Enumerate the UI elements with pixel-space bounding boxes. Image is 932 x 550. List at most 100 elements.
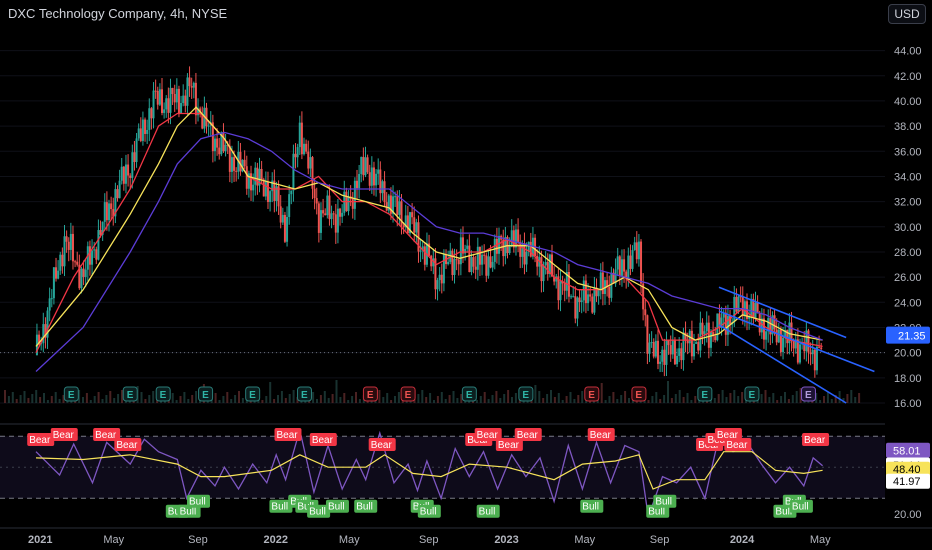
candle-body xyxy=(91,250,94,265)
volume-bar xyxy=(343,393,346,403)
volume-bar xyxy=(121,390,123,403)
candle-body xyxy=(50,298,53,300)
candle-body xyxy=(326,195,329,216)
candle-body xyxy=(489,256,492,268)
candle-body xyxy=(415,222,418,233)
candle-body xyxy=(362,156,365,176)
candle-body xyxy=(402,225,405,228)
candle-body xyxy=(589,294,592,297)
chart-canvas[interactable]: E E E E E E E E E E E E E E E 44.00 42.00 40.00 38.00 36.0… xyxy=(0,0,932,550)
candle-body xyxy=(631,250,634,269)
candle-body xyxy=(86,246,89,270)
volume-bar xyxy=(686,393,689,403)
earnings-marker-label: E xyxy=(701,390,708,401)
earnings-marker-label: E xyxy=(635,390,642,401)
volume-bar xyxy=(507,390,510,403)
volume-bar xyxy=(39,397,42,403)
volume-bar xyxy=(58,399,61,403)
earnings-marker-label: E xyxy=(748,390,755,401)
channel-line-2[interactable] xyxy=(718,310,875,373)
volume-bar xyxy=(475,400,478,403)
candle-body xyxy=(188,77,191,87)
candle-body xyxy=(559,281,562,301)
candle-body xyxy=(661,349,664,362)
volume-bar xyxy=(101,399,104,403)
volume-bar xyxy=(495,391,498,403)
candle-body xyxy=(735,296,738,312)
volume-bar xyxy=(819,400,822,403)
candle-body xyxy=(724,312,727,335)
candle-body xyxy=(353,180,356,209)
earnings-marker-label: E xyxy=(466,390,473,401)
candle-body xyxy=(510,230,513,246)
candle-body xyxy=(146,129,149,134)
earnings-markers: EEEEEEEEEEEEEEE xyxy=(63,386,816,402)
candle-body xyxy=(269,191,272,203)
candle-body xyxy=(88,246,91,265)
volume-bar xyxy=(261,400,264,403)
candle-body xyxy=(544,262,547,266)
volume-bar xyxy=(670,398,673,403)
candle-body xyxy=(154,90,157,92)
candle-body xyxy=(411,212,414,218)
candle-body xyxy=(370,167,373,186)
volume-bar xyxy=(826,392,829,403)
volume-bar xyxy=(694,396,697,403)
rsi-value-label: 58.01 xyxy=(893,445,921,457)
volume-bar xyxy=(417,394,420,403)
candle-body xyxy=(150,108,153,119)
candle-body xyxy=(315,198,318,204)
volume-bar xyxy=(561,400,564,403)
time-tick-label: May xyxy=(574,534,595,546)
candle-body xyxy=(673,339,676,365)
volume-bar xyxy=(327,398,330,403)
candle-body xyxy=(669,345,672,355)
candle-body xyxy=(105,202,108,221)
volume-bar xyxy=(429,393,432,403)
moving-average-line-1 xyxy=(35,112,823,353)
earnings-marker-label: E xyxy=(405,390,412,401)
volume-bar xyxy=(573,399,576,403)
earnings-marker-label: E xyxy=(522,390,529,401)
candle-body xyxy=(207,125,210,127)
candle-body xyxy=(765,331,768,340)
candle-body xyxy=(279,206,282,223)
volume-bar xyxy=(780,396,783,403)
candle-body xyxy=(491,261,494,268)
candle-body xyxy=(341,212,344,217)
earnings-marker-label: E xyxy=(301,390,308,401)
volume-bar xyxy=(717,394,720,403)
volume-bar xyxy=(565,396,568,403)
volume-bar xyxy=(97,392,100,403)
signal-label: Bear xyxy=(95,430,117,441)
volume-bar xyxy=(448,395,451,403)
candle-body xyxy=(483,254,486,256)
volume-bar xyxy=(479,396,482,403)
volume-bar xyxy=(440,392,443,403)
volume-bar xyxy=(604,400,607,403)
candle-body xyxy=(194,82,197,116)
volume-bar xyxy=(113,398,116,403)
volume-bar xyxy=(351,396,354,403)
price-tick-label: 36.00 xyxy=(894,146,922,158)
time-tick-label: 2022 xyxy=(264,534,288,546)
candle-body xyxy=(163,109,166,113)
candle-body xyxy=(118,180,121,199)
candle-body xyxy=(135,138,138,162)
candle-body xyxy=(584,280,587,304)
candle-body xyxy=(635,242,638,260)
candle-body xyxy=(457,259,460,265)
candle-body xyxy=(542,265,545,282)
candle-body xyxy=(652,342,655,357)
candle-body xyxy=(665,340,668,365)
candle-body xyxy=(714,336,717,341)
volume-bar xyxy=(109,391,112,403)
candle-body xyxy=(313,188,316,199)
earnings-marker-label: E xyxy=(68,390,75,401)
candle-body xyxy=(120,166,123,181)
volume-bar xyxy=(238,391,240,403)
candle-body xyxy=(705,322,708,332)
volume-bar xyxy=(11,392,14,403)
volume-bar xyxy=(741,392,744,403)
volume-bar xyxy=(624,391,627,403)
